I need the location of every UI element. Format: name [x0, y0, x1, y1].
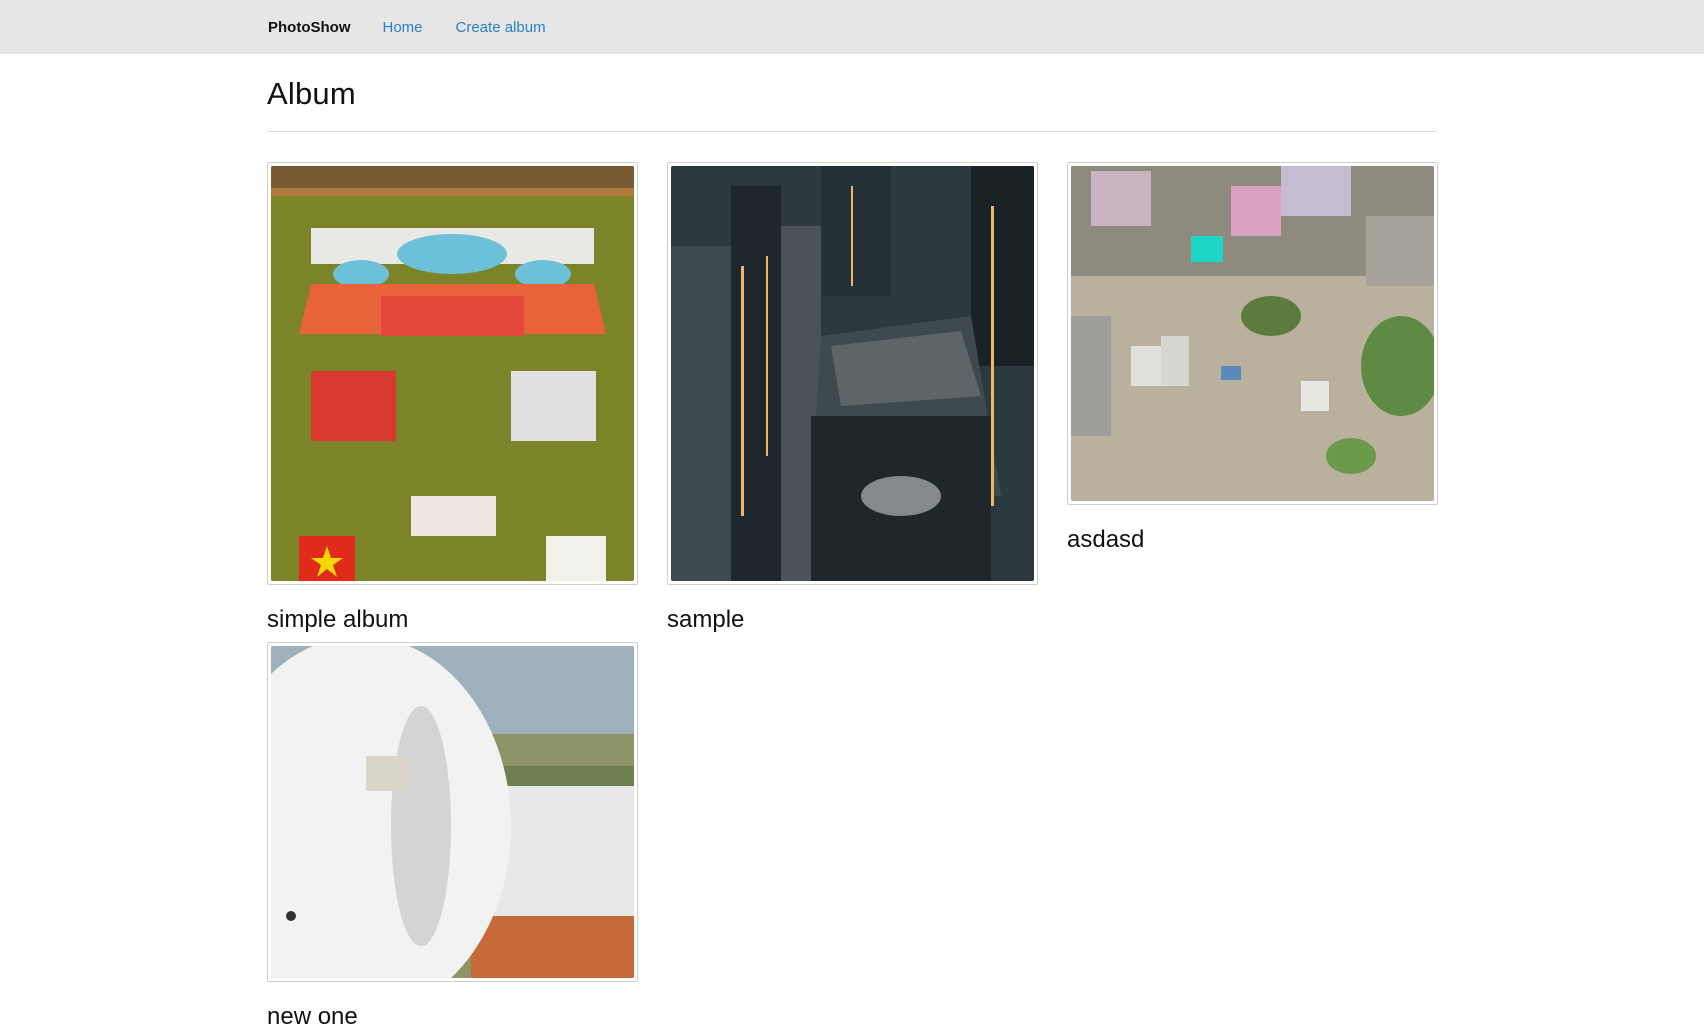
album-title[interactable]: asdasd — [1067, 525, 1438, 555]
album-image-town[interactable] — [1071, 166, 1434, 501]
album-card-new-one[interactable]: new one — [267, 642, 638, 1032]
album-card-simple-album[interactable]: simple album — [267, 162, 638, 635]
album-card-sample[interactable]: sample — [667, 162, 1038, 635]
nav-create-album-link[interactable]: Create album — [456, 19, 546, 36]
album-title[interactable]: new one — [267, 1002, 638, 1032]
navbar: PhotoShow Home Create album — [0, 0, 1704, 54]
title-divider — [267, 131, 1437, 132]
album-thumbnail[interactable] — [267, 162, 638, 585]
brand-link[interactable]: PhotoShow — [268, 19, 351, 36]
album-thumbnail[interactable] — [667, 162, 1038, 585]
album-image-city[interactable] — [671, 166, 1034, 581]
album-title[interactable]: simple album — [267, 605, 638, 635]
album-image-stadium[interactable] — [271, 166, 634, 581]
nav-inner: PhotoShow Home Create album — [268, 19, 579, 36]
album-image-wind-turbine[interactable] — [271, 646, 634, 978]
main-container: Album simple album sample asdasd new one — [267, 74, 1438, 1030]
page-title: Album — [267, 76, 356, 111]
album-card-asdasd[interactable]: asdasd — [1067, 162, 1438, 555]
album-thumbnail[interactable] — [1067, 162, 1438, 505]
album-title[interactable]: sample — [667, 605, 1038, 635]
album-thumbnail[interactable] — [267, 642, 638, 982]
nav-home-link[interactable]: Home — [383, 19, 423, 36]
